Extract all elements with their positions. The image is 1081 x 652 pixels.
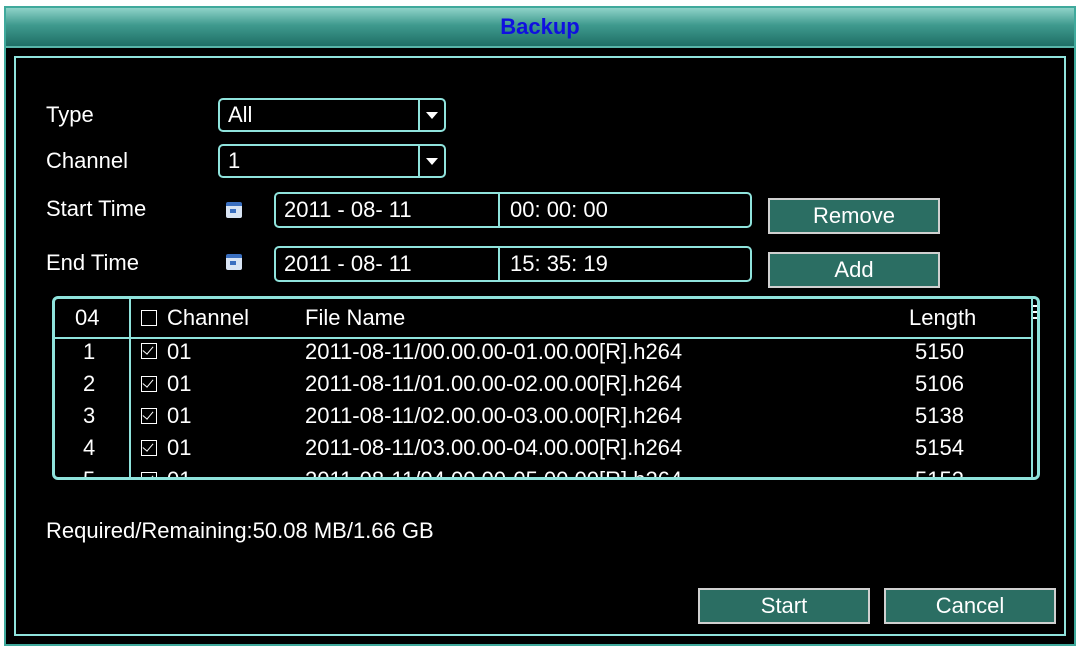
length-column-header: Length [909, 305, 977, 330]
row-index: 3 [83, 403, 96, 428]
select-all-checkbox[interactable] [141, 310, 157, 326]
row-checkbox[interactable] [141, 408, 157, 424]
file-name-column-header: File Name [305, 305, 406, 330]
column-divider [129, 299, 131, 477]
row-checkbox[interactable] [141, 376, 157, 392]
row-length: 5106 [915, 371, 964, 396]
row-channel: 01 [167, 435, 192, 460]
end-time-value[interactable]: 15: 35: 19 [510, 248, 608, 280]
row-file-name: 2011-08-11/01.00.00-02.00.00[R].h264 [305, 371, 683, 396]
row-file-name: 2011-08-11/00.00.00-01.00.00[R].h264 [305, 339, 683, 364]
field-divider [498, 194, 500, 226]
row-file-name: 2011-08-11/02.00.00-03.00.00[R].h264 [305, 403, 683, 428]
row-file-name: 2011-08-11/03.00.00-04.00.00[R].h264 [305, 435, 683, 460]
start-button[interactable]: Start [698, 588, 870, 624]
chevron-down-icon[interactable] [418, 100, 444, 130]
row-length: 5152 [915, 467, 964, 480]
row-length: 5154 [915, 435, 964, 460]
start-date-value[interactable]: 2011 - 08- 11 [284, 194, 412, 226]
type-label: Type [46, 102, 94, 127]
remove-button[interactable]: Remove [768, 198, 940, 234]
type-value: All [228, 102, 253, 127]
end-time-label: End Time [46, 250, 139, 275]
channel-value: 1 [228, 148, 241, 173]
backup-panel: Type All Channel 1 Start Time 2011 - 08-… [14, 56, 1066, 636]
start-time-value[interactable]: 00: 00: 00 [510, 194, 608, 226]
row-channel: 01 [167, 467, 192, 480]
row-index: 4 [83, 435, 96, 460]
start-time-field[interactable]: 2011 - 08- 11 00: 00: 00 [274, 192, 752, 228]
end-date-value[interactable]: 2011 - 08- 11 [284, 248, 412, 280]
channel-label: Channel [46, 148, 128, 173]
row-checkbox[interactable] [141, 440, 157, 456]
row-index: 1 [83, 339, 96, 364]
cancel-button[interactable]: Cancel [884, 588, 1056, 624]
row-channel: 01 [167, 403, 192, 428]
row-file-name: 2011-08-11/04.00.00-05.00.00[R].h264 [305, 467, 683, 480]
storage-status: Required/Remaining:50.08 MB/1.66 GB [46, 518, 434, 543]
file-list: 04 Channel File Name Length 1 01 2011-08… [52, 296, 1040, 480]
chevron-down-icon[interactable] [418, 146, 444, 176]
row-checkbox[interactable] [141, 343, 157, 359]
row-channel: 01 [167, 371, 192, 396]
row-channel: 01 [167, 339, 192, 364]
add-button[interactable]: Add [768, 252, 940, 288]
channel-select[interactable]: 1 [218, 144, 446, 178]
field-divider [498, 248, 500, 280]
type-select[interactable]: All [218, 98, 446, 132]
backup-dialog: Backup Type All Channel 1 Start Time 201… [4, 6, 1076, 646]
calendar-icon[interactable] [226, 202, 242, 218]
dialog-title: Backup [500, 14, 580, 39]
row-length: 5138 [915, 403, 964, 428]
file-count: 04 [75, 305, 100, 330]
row-index: 2 [83, 371, 96, 396]
title-bar: Backup [6, 8, 1074, 48]
end-time-field[interactable]: 2011 - 08- 11 15: 35: 19 [274, 246, 752, 282]
row-checkbox[interactable] [141, 472, 157, 477]
start-time-label: Start Time [46, 196, 147, 221]
calendar-icon[interactable] [226, 254, 242, 270]
row-length: 5150 [915, 339, 964, 364]
channel-column-header: Channel [167, 305, 249, 330]
row-index: 5 [83, 467, 96, 480]
scrollbar-handle[interactable] [1033, 299, 1037, 331]
